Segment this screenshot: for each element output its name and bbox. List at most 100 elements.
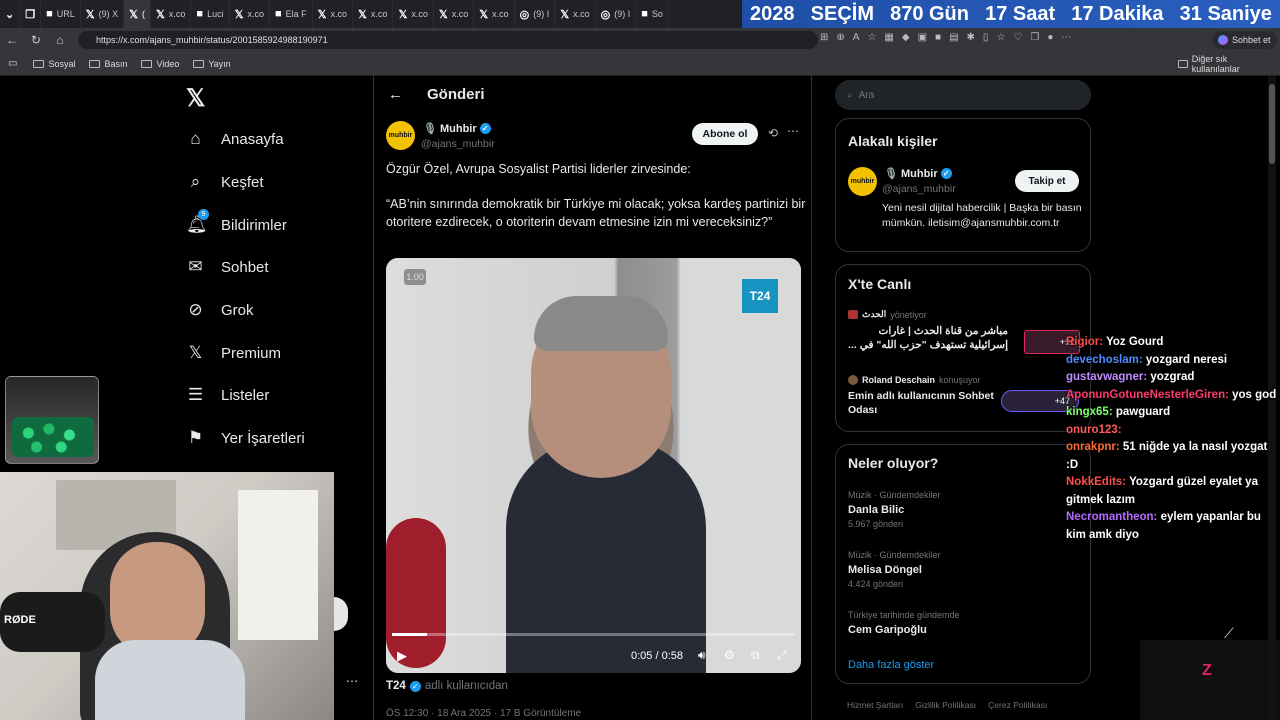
play-icon[interactable]: ▶ xyxy=(397,648,407,664)
footer-link-cookies[interactable]: Çerez Politikası xyxy=(988,700,1047,710)
browser-tab[interactable]: ❐ xyxy=(20,0,42,28)
collections-icon[interactable]: ♡ xyxy=(1013,32,1022,43)
tab-actions-icon[interactable]: ❐ xyxy=(1030,32,1039,43)
grok-icon: ⊘ xyxy=(188,300,203,319)
home-icon[interactable]: ⌂ xyxy=(48,33,72,47)
stream-jar-widget xyxy=(5,376,99,464)
author-avatar[interactable]: muhbir xyxy=(386,121,415,150)
grok-explain-icon[interactable]: ⟲ xyxy=(768,126,778,140)
scroll-edge-button[interactable] xyxy=(334,597,348,631)
browser-tab[interactable]: ◎ (9) I xyxy=(515,0,556,28)
scrollbar-thumb[interactable] xyxy=(1269,84,1275,164)
follow-button[interactable]: Takip et xyxy=(1015,170,1079,192)
trend-item[interactable]: Müzik · Gündemdekiler Danla Bilic 5.967 … xyxy=(848,490,941,529)
tab-title: (9) X xyxy=(98,9,119,19)
folder-icon xyxy=(33,59,45,68)
bookmark-folder-basin[interactable]: Basın xyxy=(89,59,127,69)
tab-title: URL xyxy=(56,9,75,19)
bookmark-folder-sosyal[interactable]: Sosyal xyxy=(33,59,75,69)
browser-tab[interactable]: 𝕏( xyxy=(124,0,152,28)
nav-item-premium[interactable]: 𝕏 Premium xyxy=(186,343,281,363)
bookmark-folder-yayin[interactable]: Yayın xyxy=(193,59,231,69)
copilot-chat-button[interactable]: Sohbet et xyxy=(1212,31,1277,49)
search-input[interactable]: ⌕ Ara xyxy=(835,80,1091,110)
extension-icon[interactable]: ■ xyxy=(935,32,941,43)
page-icon: ■ xyxy=(196,8,204,20)
video-source-attribution[interactable]: T24 ✓ adlı kullanıcıdan xyxy=(386,680,508,692)
nav-item-home[interactable]: ⌂ Anasayfa xyxy=(186,129,283,149)
zoom-icon[interactable]: ⊕ xyxy=(836,32,844,43)
nav-item-messages[interactable]: ✉ Sohbet xyxy=(186,257,268,277)
author-name[interactable]: 🎙︎ Muhbir ✓ xyxy=(423,122,491,135)
extensions-puzzle-icon[interactable]: ✱ xyxy=(967,32,975,43)
split-screen-icon[interactable]: ▯ xyxy=(983,32,989,43)
footer-link-privacy[interactable]: Gizlilik Politikası xyxy=(915,700,976,710)
trend-item[interactable]: Türkiye tarihinde gündemde Cem Garipoğlu xyxy=(848,610,960,636)
back-icon[interactable]: ← xyxy=(0,33,24,47)
extension-icon[interactable]: ▦ xyxy=(884,32,893,43)
read-aloud-icon[interactable]: A xyxy=(853,32,860,43)
related-avatar[interactable]: muhbir xyxy=(848,167,877,196)
related-handle[interactable]: @ajans_muhbir xyxy=(882,183,956,195)
live-space-item[interactable]: الحدث yönetiyor مباشر من قناة الحدث | غا… xyxy=(848,309,1083,359)
browser-tab[interactable]: 𝕏x.co xyxy=(353,0,394,28)
account-avatar-icon[interactable]: ● xyxy=(1047,32,1053,43)
fullscreen-icon[interactable]: ⤢ xyxy=(777,648,787,663)
video-player[interactable]: 1.00 T24 ▶ 0:05 / 0:58 🔊︎ ⚙ ⧉ ⤢ xyxy=(386,258,801,673)
edit-icon[interactable]: ⟋ xyxy=(1224,625,1234,642)
nav-item-explore[interactable]: ⌕ Keşfet xyxy=(186,172,264,192)
related-name[interactable]: 🎙︎ Muhbir ✓ xyxy=(884,167,952,180)
install-icon[interactable]: ⊞ xyxy=(820,32,828,43)
favorites-icon[interactable]: ☆ xyxy=(996,32,1005,43)
video-progress-track[interactable] xyxy=(392,633,795,636)
browser-tab[interactable]: 𝕏x.co xyxy=(230,0,270,28)
x-logo-icon[interactable]: 𝕏 xyxy=(186,84,205,113)
more-menu-icon[interactable]: ⋯ xyxy=(1061,32,1071,43)
subscribe-button[interactable]: Abone ol xyxy=(692,123,758,145)
tab-title: So xyxy=(651,9,663,19)
refresh-icon[interactable]: ↻ xyxy=(24,33,48,47)
copilot-icon xyxy=(1218,35,1228,45)
browser-tab[interactable]: 𝕏x.co xyxy=(434,0,475,28)
more-icon[interactable]: ⋯ xyxy=(346,674,358,688)
countdown-days: 870 Gün xyxy=(890,2,969,25)
sidebar-toggle-icon[interactable]: ▭ xyxy=(8,58,17,69)
browser-tab[interactable]: ■ Ela F xyxy=(270,0,313,28)
t24-watermark: T24 xyxy=(742,279,778,313)
nav-item-grok[interactable]: ⊘ Grok xyxy=(186,300,253,320)
chat-text: pawguard xyxy=(1115,406,1171,418)
browser-tab[interactable]: ■ URL xyxy=(41,0,81,28)
browser-tab[interactable]: ⌄ xyxy=(0,0,21,28)
x-icon: 𝕏 xyxy=(479,8,489,21)
playback-speed[interactable]: 1.00 xyxy=(404,269,426,285)
show-more-link[interactable]: Daha fazla göster xyxy=(848,659,934,671)
browser-tab[interactable]: ■ Luci xyxy=(191,0,230,28)
footer-link-terms[interactable]: Hizmet Şartları xyxy=(847,700,903,710)
bookmark-folder-video[interactable]: Video xyxy=(141,59,179,69)
more-options-icon[interactable]: ⋯ xyxy=(787,124,799,138)
browser-tab[interactable]: 𝕏x.co xyxy=(555,0,596,28)
volume-icon[interactable]: 🔊︎ xyxy=(698,648,706,663)
picture-in-picture-icon[interactable]: ⧉ xyxy=(751,648,760,663)
live-space-item[interactable]: Roland Deschain konuşuyor Emin adlı kull… xyxy=(848,375,1083,425)
nav-item-lists[interactable]: ☰ Listeler xyxy=(186,385,269,405)
browser-tab[interactable]: 𝕏x.co xyxy=(151,0,192,28)
browser-tab[interactable]: ◎ (9) I xyxy=(596,0,637,28)
browser-tab[interactable]: 𝕏x.co xyxy=(474,0,515,28)
bookmark-folder-other[interactable]: Diğer sık kullanılanlar xyxy=(1178,54,1266,74)
nav-item-bookmarks[interactable]: ⚑ Yer İşaretleri xyxy=(186,428,305,448)
back-arrow-icon[interactable]: ← xyxy=(388,86,403,103)
author-handle[interactable]: @ajans_muhbir xyxy=(421,138,495,150)
browser-tab[interactable]: 𝕏x.co xyxy=(393,0,434,28)
nav-item-notifications[interactable]: 🔔︎ 9 Bildirimler xyxy=(186,209,287,235)
url-field[interactable]: https://x.com/ajans_muhbir/status/200158… xyxy=(78,31,818,49)
extension-icon[interactable]: ▣ xyxy=(918,32,927,43)
extension-icon[interactable]: ◆ xyxy=(902,32,910,43)
favorite-star-icon[interactable]: ☆ xyxy=(867,32,876,43)
extension-icon[interactable]: ▤ xyxy=(949,32,958,43)
trend-item[interactable]: Müzik · Gündemdekiler Melisa Döngel 4.42… xyxy=(848,550,941,589)
browser-tab[interactable]: ■ So xyxy=(636,0,669,28)
browser-tab[interactable]: 𝕏x.co xyxy=(313,0,354,28)
settings-gear-icon[interactable]: ⚙ xyxy=(724,648,735,662)
browser-tab[interactable]: 𝕏 (9) X xyxy=(81,0,125,28)
